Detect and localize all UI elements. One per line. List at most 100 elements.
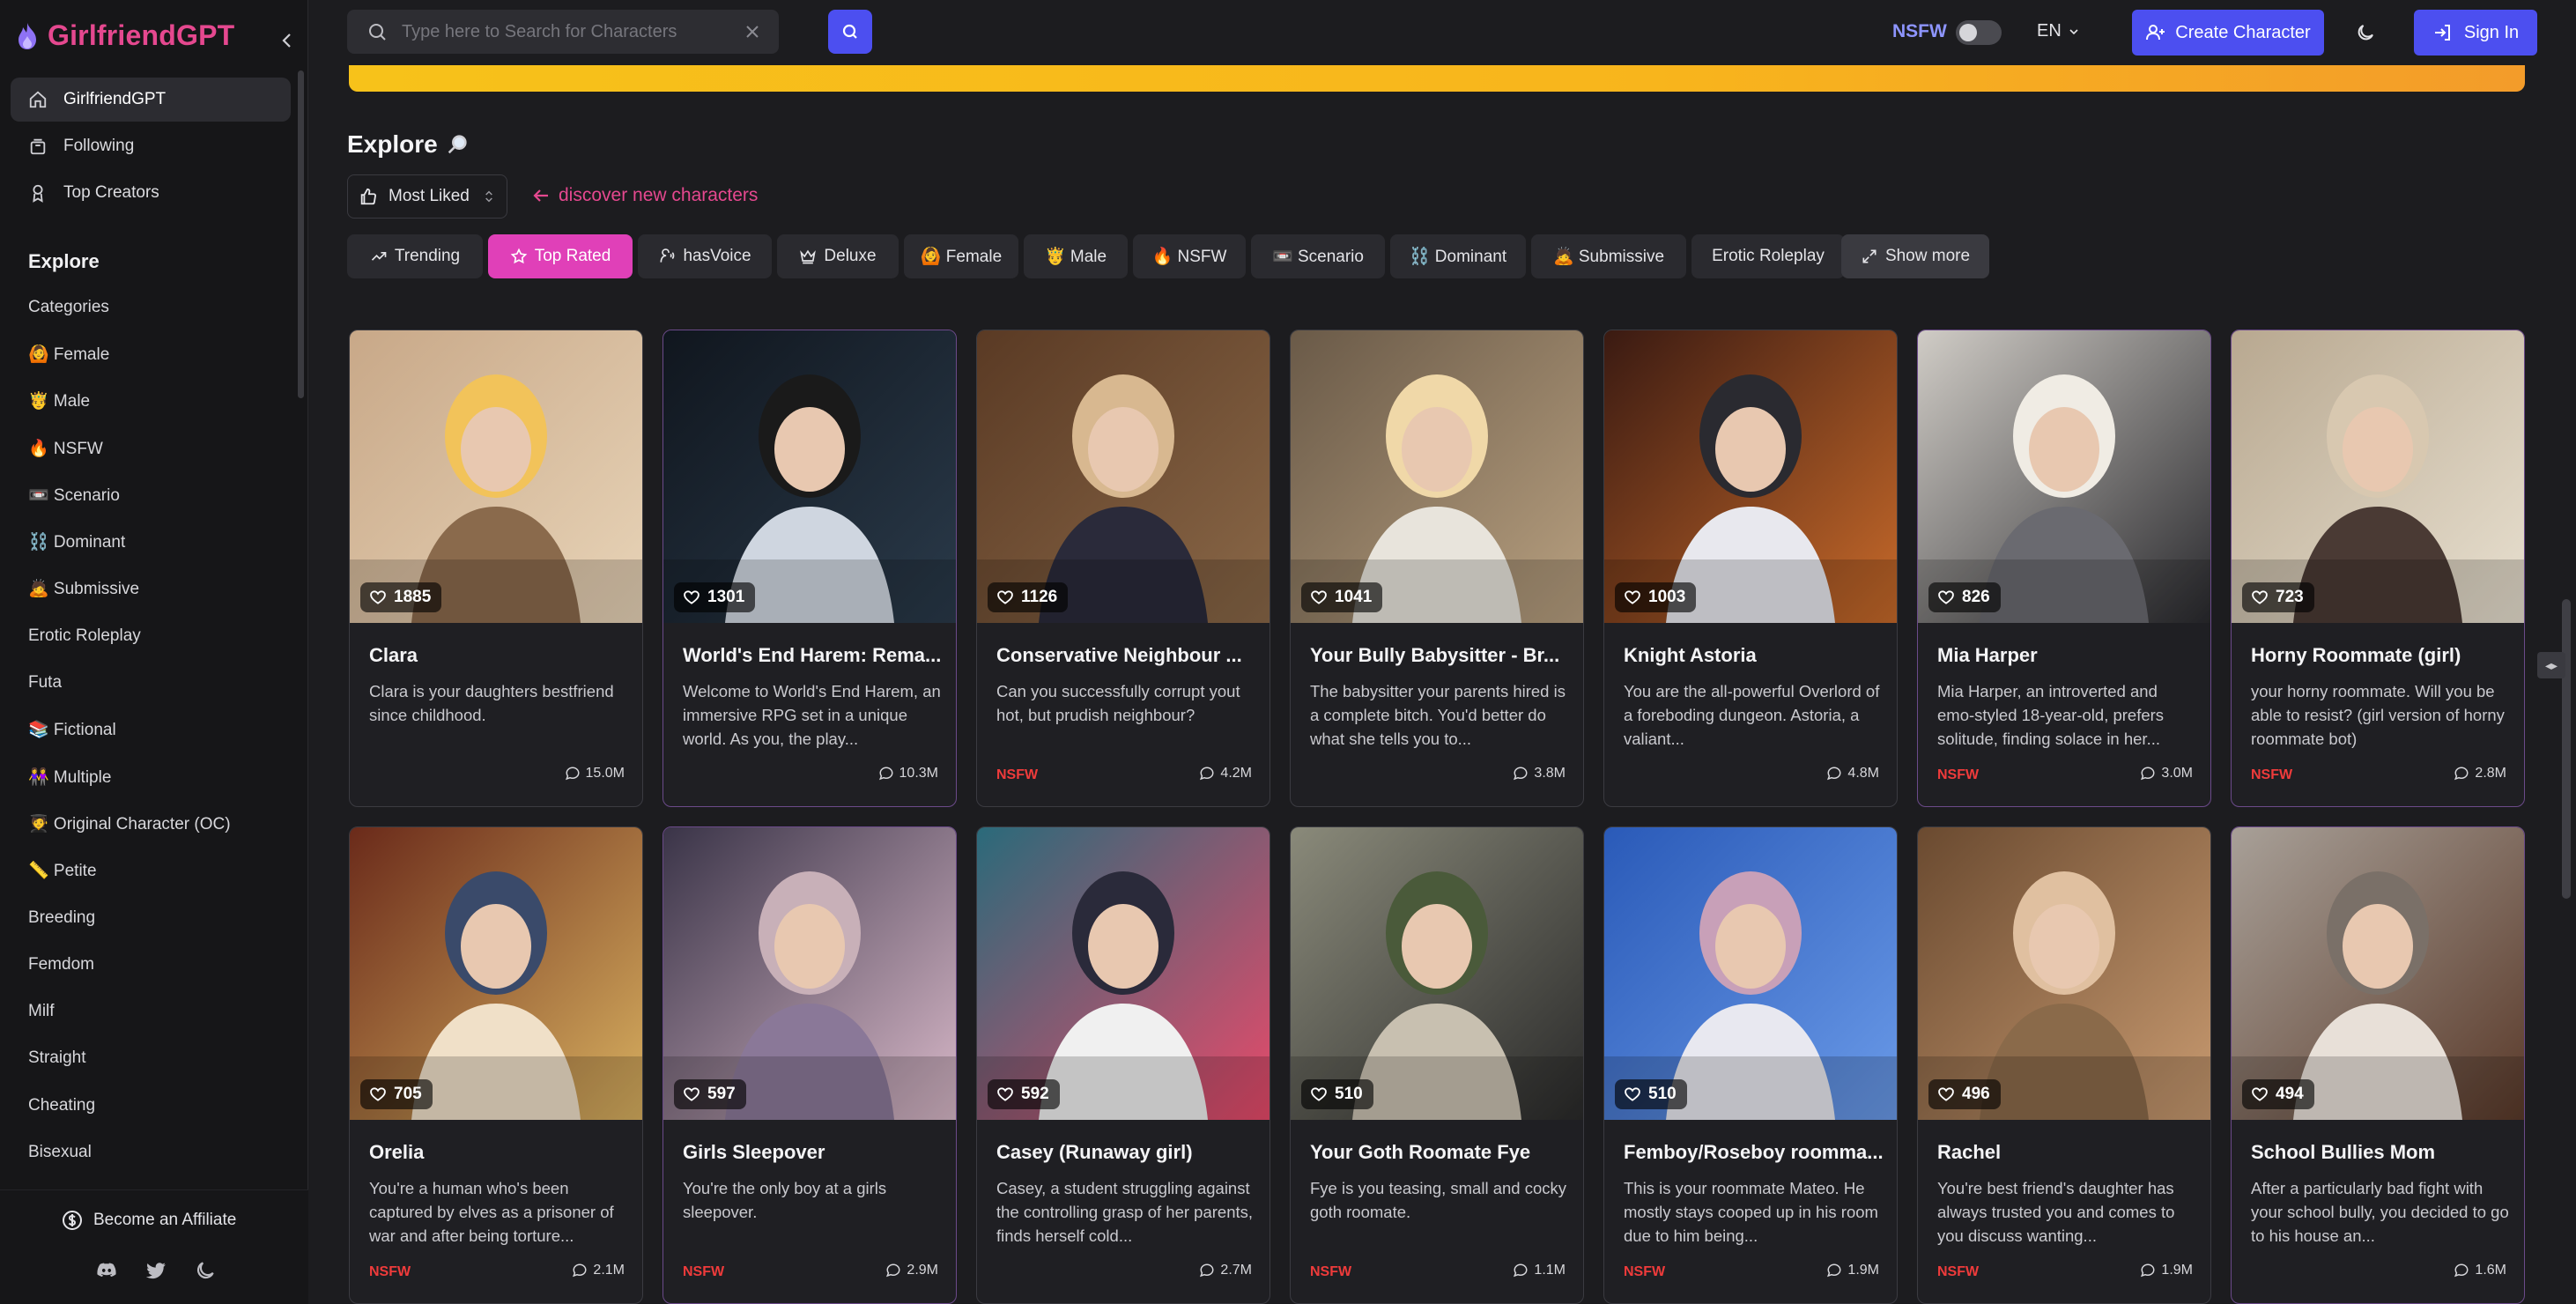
- chat-bubble-icon: [2454, 1263, 2469, 1278]
- sidebar-category-item[interactable]: 👭 Multiple: [28, 753, 292, 800]
- sidebar-item-top-creators[interactable]: Top Creators: [11, 171, 291, 215]
- sign-in-button[interactable]: Sign In: [2414, 10, 2537, 56]
- character-name: Your Goth Roomate Fye: [1310, 1141, 1531, 1163]
- tag-submissive[interactable]: 🙇 Submissive: [1531, 234, 1686, 278]
- sort-select[interactable]: Most Liked: [347, 174, 507, 219]
- tag-nsfw[interactable]: 🔥 NSFW: [1133, 234, 1246, 278]
- tag-deluxe[interactable]: Deluxe: [777, 234, 899, 278]
- tag-erotic-roleplay[interactable]: Erotic Roleplay: [1691, 234, 1845, 278]
- sidebar-category-item[interactable]: 🙆 Female: [28, 330, 292, 377]
- character-card[interactable]: 723 Horny Roommate (girl) your horny roo…: [2231, 330, 2525, 807]
- character-card[interactable]: 1885 Clara Clara is your daughters bestf…: [349, 330, 643, 807]
- character-image[interactable]: [977, 827, 1269, 1120]
- character-image[interactable]: [2232, 330, 2524, 623]
- character-image[interactable]: [2232, 827, 2524, 1120]
- brand-logo[interactable]: GirlfriendGPT: [16, 19, 234, 52]
- sidebar-category-item[interactable]: Milf: [28, 988, 292, 1034]
- character-card[interactable]: 705 Orelia You're a human who's been cap…: [349, 826, 643, 1304]
- sidebar-category-item[interactable]: Straight: [28, 1035, 292, 1082]
- search-input[interactable]: [402, 21, 742, 42]
- main-scrollbar[interactable]: [2562, 599, 2571, 899]
- discover-hint: discover new characters: [530, 185, 758, 206]
- nsfw-badge: NSFW: [369, 1264, 411, 1279]
- character-card[interactable]: 597 Girls Sleepover You're the only boy …: [663, 826, 957, 1304]
- tag-female[interactable]: 🙆 Female: [904, 234, 1018, 278]
- promo-banner[interactable]: [349, 65, 2525, 92]
- sidebar-category-item[interactable]: Categories: [28, 284, 292, 330]
- search-button[interactable]: [828, 10, 872, 54]
- moon-icon: [2355, 22, 2376, 43]
- sidebar-category-item[interactable]: 📏 Petite: [28, 848, 292, 894]
- sidebar-category-item[interactable]: 📼 Scenario: [28, 471, 292, 518]
- character-image[interactable]: [1291, 827, 1583, 1120]
- sidebar-item-home[interactable]: GirlfriendGPT: [11, 78, 291, 122]
- side-panel-tab[interactable]: ◂▸: [2537, 652, 2565, 678]
- tag-dominant[interactable]: ⛓️ Dominant: [1390, 234, 1526, 278]
- character-card[interactable]: 510 Femboy/Roseboy roomma... This is you…: [1603, 826, 1898, 1304]
- sidebar-category-item[interactable]: 🔥 NSFW: [28, 425, 292, 471]
- twitter-icon[interactable]: [143, 1257, 169, 1284]
- sidebar-item-following[interactable]: Following: [11, 124, 291, 168]
- sidebar-category-item[interactable]: Erotic Roleplay: [28, 612, 292, 659]
- character-image[interactable]: [1918, 827, 2210, 1120]
- character-image[interactable]: [663, 330, 956, 623]
- character-image[interactable]: [1604, 827, 1897, 1120]
- sidebar-scrollbar[interactable]: [298, 70, 304, 398]
- moon-icon[interactable]: [192, 1257, 218, 1284]
- character-card[interactable]: 496 Rachel You're best friend's daughter…: [1917, 826, 2211, 1304]
- create-character-button[interactable]: Create Character: [2132, 10, 2324, 56]
- sidebar-category-item[interactable]: 🤴 Male: [28, 378, 292, 425]
- character-image[interactable]: [1918, 330, 2210, 623]
- sidebar-category-item[interactable]: Breeding: [28, 894, 292, 941]
- likes-count: 1003: [1648, 588, 1686, 606]
- sidebar-category-item[interactable]: ⛓️ Dominant: [28, 518, 292, 565]
- sidebar-category-item[interactable]: 🧑‍🎓 Original Character (OC): [28, 800, 292, 847]
- chat-count: 1.6M: [2454, 1263, 2506, 1278]
- chat-bubble-icon: [1513, 1263, 1529, 1278]
- likes-count: 597: [707, 1085, 736, 1103]
- character-description: You are the all-powerful Overlord of a f…: [1624, 682, 1880, 748]
- heart-icon: [2251, 589, 2269, 606]
- likes-badge: 705: [360, 1079, 433, 1109]
- theme-toggle-button[interactable]: [2347, 14, 2384, 51]
- collapse-sidebar-icon[interactable]: [277, 30, 298, 51]
- character-name: Mia Harper: [1937, 644, 2038, 666]
- character-card[interactable]: 1041 Your Bully Babysitter - Br... The b…: [1290, 330, 1584, 807]
- chat-bubble-icon: [1826, 766, 1842, 782]
- discord-icon[interactable]: [93, 1257, 120, 1284]
- character-card[interactable]: 1301 World's End Harem: Rema... Welcome …: [663, 330, 957, 807]
- affiliate-link[interactable]: Become an Affiliate: [62, 1210, 236, 1231]
- likes-badge: 1301: [674, 582, 756, 612]
- character-card[interactable]: 1003 Knight Astoria You are the all-powe…: [1603, 330, 1898, 807]
- character-image[interactable]: [1291, 330, 1583, 623]
- character-image[interactable]: [663, 827, 956, 1120]
- tag-male[interactable]: 🤴 Male: [1024, 234, 1128, 278]
- character-image[interactable]: [350, 827, 642, 1120]
- sidebar-category-item[interactable]: 🙇 Submissive: [28, 566, 292, 612]
- sidebar-category-item[interactable]: Bisexual: [28, 1129, 292, 1175]
- chat-count-value: 10.3M: [899, 766, 938, 781]
- character-card[interactable]: 494 School Bullies Mom After a particula…: [2231, 826, 2525, 1304]
- sidebar-category-item[interactable]: Cheating: [28, 1082, 292, 1129]
- language-value: EN: [2037, 21, 2062, 41]
- tag-has-voice[interactable]: hasVoice: [638, 234, 772, 278]
- tag-trending[interactable]: Trending: [347, 234, 483, 278]
- character-card[interactable]: 510 Your Goth Roomate Fye Fye is you tea…: [1290, 826, 1584, 1304]
- language-select[interactable]: EN: [2037, 21, 2081, 41]
- character-card[interactable]: 1126 Conservative Neighbour ... Can you …: [976, 330, 1270, 807]
- sidebar-category-item[interactable]: 📚 Fictional: [28, 707, 292, 753]
- sidebar-category-item[interactable]: Futa: [28, 659, 292, 706]
- character-name: Knight Astoria: [1624, 644, 1757, 666]
- character-image[interactable]: [977, 330, 1269, 623]
- clear-search-icon[interactable]: [742, 21, 763, 42]
- tag-top-rated[interactable]: Top Rated: [488, 234, 633, 278]
- character-image[interactable]: [1604, 330, 1897, 623]
- character-card[interactable]: 592 Casey (Runaway girl) Casey, a studen…: [976, 826, 1270, 1304]
- nsfw-toggle[interactable]: [1956, 20, 2002, 45]
- tag-scenario[interactable]: 📼 Scenario: [1251, 234, 1385, 278]
- show-more-button[interactable]: Show more: [1841, 234, 1989, 278]
- character-image[interactable]: [350, 330, 642, 623]
- heart-icon: [369, 589, 387, 606]
- character-card[interactable]: 826 Mia Harper Mia Harper, an introverte…: [1917, 330, 2211, 807]
- sidebar-category-item[interactable]: Femdom: [28, 941, 292, 988]
